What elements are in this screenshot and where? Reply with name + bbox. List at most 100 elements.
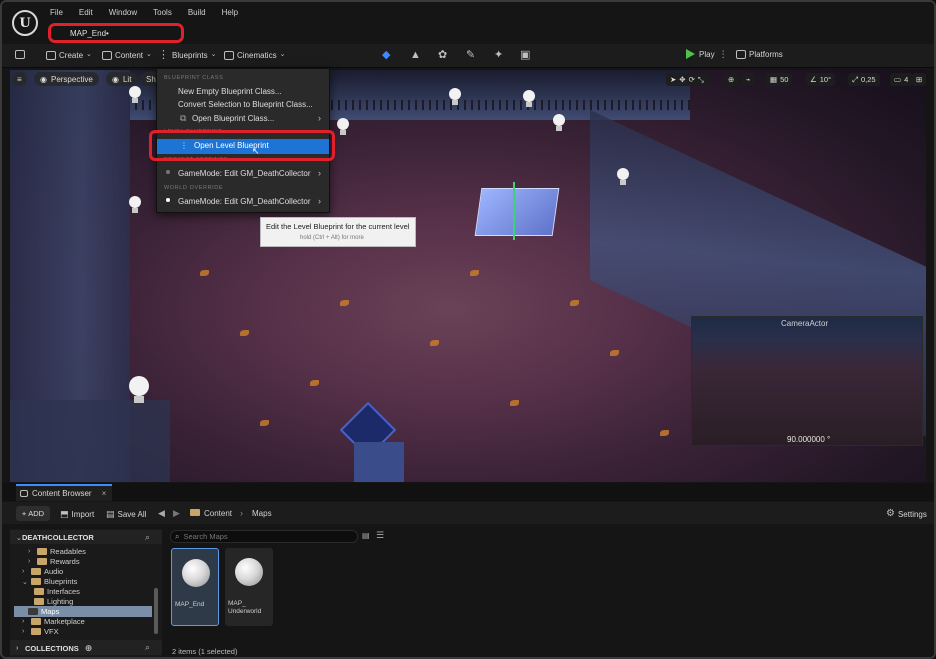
point-light-icon[interactable] bbox=[336, 118, 350, 136]
open-blueprint-class-item[interactable]: Open Blueprint Class... bbox=[192, 114, 274, 123]
forward-icon[interactable]: ▶ bbox=[173, 508, 180, 519]
asset-map-end[interactable]: MAP_End bbox=[171, 548, 219, 626]
point-light-icon[interactable] bbox=[128, 376, 150, 404]
tree-item-readables[interactable]: › Readables bbox=[28, 547, 86, 556]
search-icon[interactable]: ⌕ bbox=[145, 532, 150, 543]
content-browser-tab[interactable]: Content Browser × bbox=[16, 484, 112, 501]
convert-selection-item[interactable]: Convert Selection to Blueprint Class... bbox=[178, 100, 313, 109]
angle-snap[interactable]: ∠ 10° bbox=[806, 73, 836, 86]
modeling-mode-icon[interactable]: ✦ bbox=[494, 50, 503, 61]
tree-item-interfaces[interactable]: Interfaces bbox=[34, 587, 80, 596]
tree-root[interactable]: ⌄DEATHCOLLECTOR bbox=[16, 533, 94, 542]
chevron-right-icon: › bbox=[16, 645, 19, 652]
search-icon: ⌕ bbox=[175, 531, 180, 541]
camera-icon: ▭ bbox=[894, 75, 902, 84]
gamemode-project-item[interactable]: GameMode: Edit GM_DeathCollector bbox=[178, 169, 311, 178]
map-tab-highlight bbox=[48, 23, 184, 43]
add-collection-icon[interactable]: ⊕ bbox=[85, 643, 93, 654]
menu-help[interactable]: Help bbox=[222, 8, 238, 17]
collections-toggle[interactable]: › COLLECTIONS ⊕ bbox=[16, 643, 92, 654]
landscape-mode-icon[interactable]: ▲ bbox=[410, 50, 421, 61]
viewport-menu-icon[interactable]: ≡ bbox=[12, 72, 27, 86]
save-icon[interactable] bbox=[15, 50, 25, 59]
breadcrumb-content[interactable]: Content bbox=[204, 509, 232, 518]
menu-tools[interactable]: Tools bbox=[153, 8, 172, 17]
new-empty-blueprint-item[interactable]: New Empty Blueprint Class... bbox=[178, 87, 282, 96]
maximize-viewport-icon[interactable]: ⊞ bbox=[912, 73, 926, 86]
point-light-icon[interactable] bbox=[128, 86, 142, 104]
camera-speed[interactable]: ▭ 4 bbox=[890, 73, 913, 86]
select-mode-icon[interactable]: ◆ bbox=[382, 50, 390, 61]
tree-item-blueprints[interactable]: ⌄ Blueprints bbox=[22, 577, 77, 586]
content-icon bbox=[102, 50, 112, 60]
foliage-mode-icon[interactable]: ✿ bbox=[438, 50, 447, 61]
content-button[interactable]: Content ⌄ bbox=[102, 50, 152, 60]
tree-item-rewards[interactable]: › Rewards bbox=[28, 557, 80, 566]
selected-actor[interactable] bbox=[474, 188, 560, 236]
editor-window: U File Edit Window Tools Build Help MAP_… bbox=[0, 0, 936, 659]
scale-snap[interactable]: ⤢ 0,25 bbox=[848, 73, 880, 86]
search-maps-input[interactable]: ⌕ Search Maps bbox=[170, 530, 358, 543]
menu-file[interactable]: File bbox=[50, 8, 63, 17]
point-light-icon[interactable] bbox=[522, 90, 536, 108]
world-local-icon[interactable]: ⊕ bbox=[724, 73, 739, 86]
unreal-logo-icon[interactable]: U bbox=[12, 10, 38, 36]
front-left-wall bbox=[10, 400, 170, 482]
mesh-paint-mode-icon[interactable]: ✎ bbox=[466, 50, 475, 61]
tree-item-maps[interactable]: Maps bbox=[28, 607, 59, 616]
add-button[interactable]: + ADD bbox=[16, 506, 50, 521]
save-search-icon[interactable]: ▤ bbox=[362, 531, 370, 540]
back-icon[interactable]: ◀ bbox=[158, 508, 165, 519]
blueprint-class-icon: ⧉ bbox=[180, 113, 187, 123]
scale-snap-icon: ⤢ bbox=[852, 74, 858, 84]
folder-icon bbox=[31, 568, 41, 575]
filter-icon[interactable]: ☰ bbox=[376, 530, 384, 541]
asset-view bbox=[166, 526, 934, 657]
create-button[interactable]: Create ⌄ bbox=[46, 50, 92, 60]
fracture-mode-icon[interactable]: ▣ bbox=[520, 50, 530, 61]
play-button[interactable]: Play ⋮ bbox=[686, 49, 728, 59]
chevron-right-icon: › bbox=[318, 168, 321, 178]
menu-build[interactable]: Build bbox=[188, 8, 206, 17]
tree-item-marketplace[interactable]: › Marketplace bbox=[22, 617, 85, 626]
transform-gizmo[interactable] bbox=[513, 182, 515, 240]
cinematics-button[interactable]: Cinematics ⌄ bbox=[224, 50, 285, 60]
grid-snap[interactable]: ▦ 50 bbox=[766, 73, 793, 86]
camera-preview bbox=[691, 316, 923, 446]
asset-map-underworld[interactable]: MAP_ Underworld bbox=[225, 548, 273, 626]
settings-button[interactable]: ⚙ Settings bbox=[886, 509, 927, 519]
blueprints-button[interactable]: ⋮ Blueprints ⌄ bbox=[158, 49, 216, 61]
breadcrumb-maps[interactable]: Maps bbox=[252, 509, 272, 518]
platforms-button[interactable]: Platforms bbox=[736, 50, 783, 59]
surface-snap-icon[interactable]: ⌁ bbox=[742, 73, 755, 86]
tree-scrollbar[interactable] bbox=[154, 588, 158, 634]
point-light-icon[interactable] bbox=[552, 114, 566, 132]
open-level-blueprint-highlight bbox=[149, 130, 335, 161]
perspective-button[interactable]: ◉ Perspective bbox=[34, 72, 99, 86]
section-blueprint-class: BLUEPRINT CLASS bbox=[164, 75, 224, 81]
point-light-icon[interactable] bbox=[128, 196, 142, 214]
point-light-icon[interactable] bbox=[616, 168, 630, 186]
blueprints-icon: ⋮ bbox=[158, 49, 169, 61]
menu-window[interactable]: Window bbox=[109, 8, 137, 17]
point-light-icon[interactable] bbox=[448, 88, 462, 106]
tree-item-lighting[interactable]: Lighting bbox=[34, 597, 73, 606]
import-button[interactable]: ⬒ Import bbox=[60, 509, 94, 519]
content-browser-icon bbox=[20, 490, 28, 497]
chevron-right-icon: › bbox=[318, 113, 321, 123]
folder-icon bbox=[37, 558, 47, 565]
tree-item-audio[interactable]: › Audio bbox=[22, 567, 63, 576]
menu-edit[interactable]: Edit bbox=[79, 8, 93, 17]
folder-icon bbox=[34, 588, 44, 595]
tooltip-main: Edit the Level Blueprint for the current… bbox=[266, 222, 410, 231]
play-options-icon[interactable]: ⋮ bbox=[719, 49, 728, 59]
tree-item-vfx[interactable]: › VFX bbox=[22, 627, 59, 636]
gamemode-world-item[interactable]: GameMode: Edit GM_DeathCollector bbox=[178, 197, 311, 206]
search-icon[interactable]: ⌕ bbox=[145, 642, 150, 653]
save-all-button[interactable]: ▤ Save All bbox=[106, 509, 146, 519]
lit-button[interactable]: ◉ Lit bbox=[106, 72, 138, 86]
lantern-base bbox=[354, 442, 404, 482]
close-icon[interactable]: × bbox=[102, 489, 107, 498]
world-icon bbox=[235, 558, 263, 586]
transform-tools[interactable]: ➤ ✥ ⟳ ⤡ bbox=[666, 73, 708, 86]
